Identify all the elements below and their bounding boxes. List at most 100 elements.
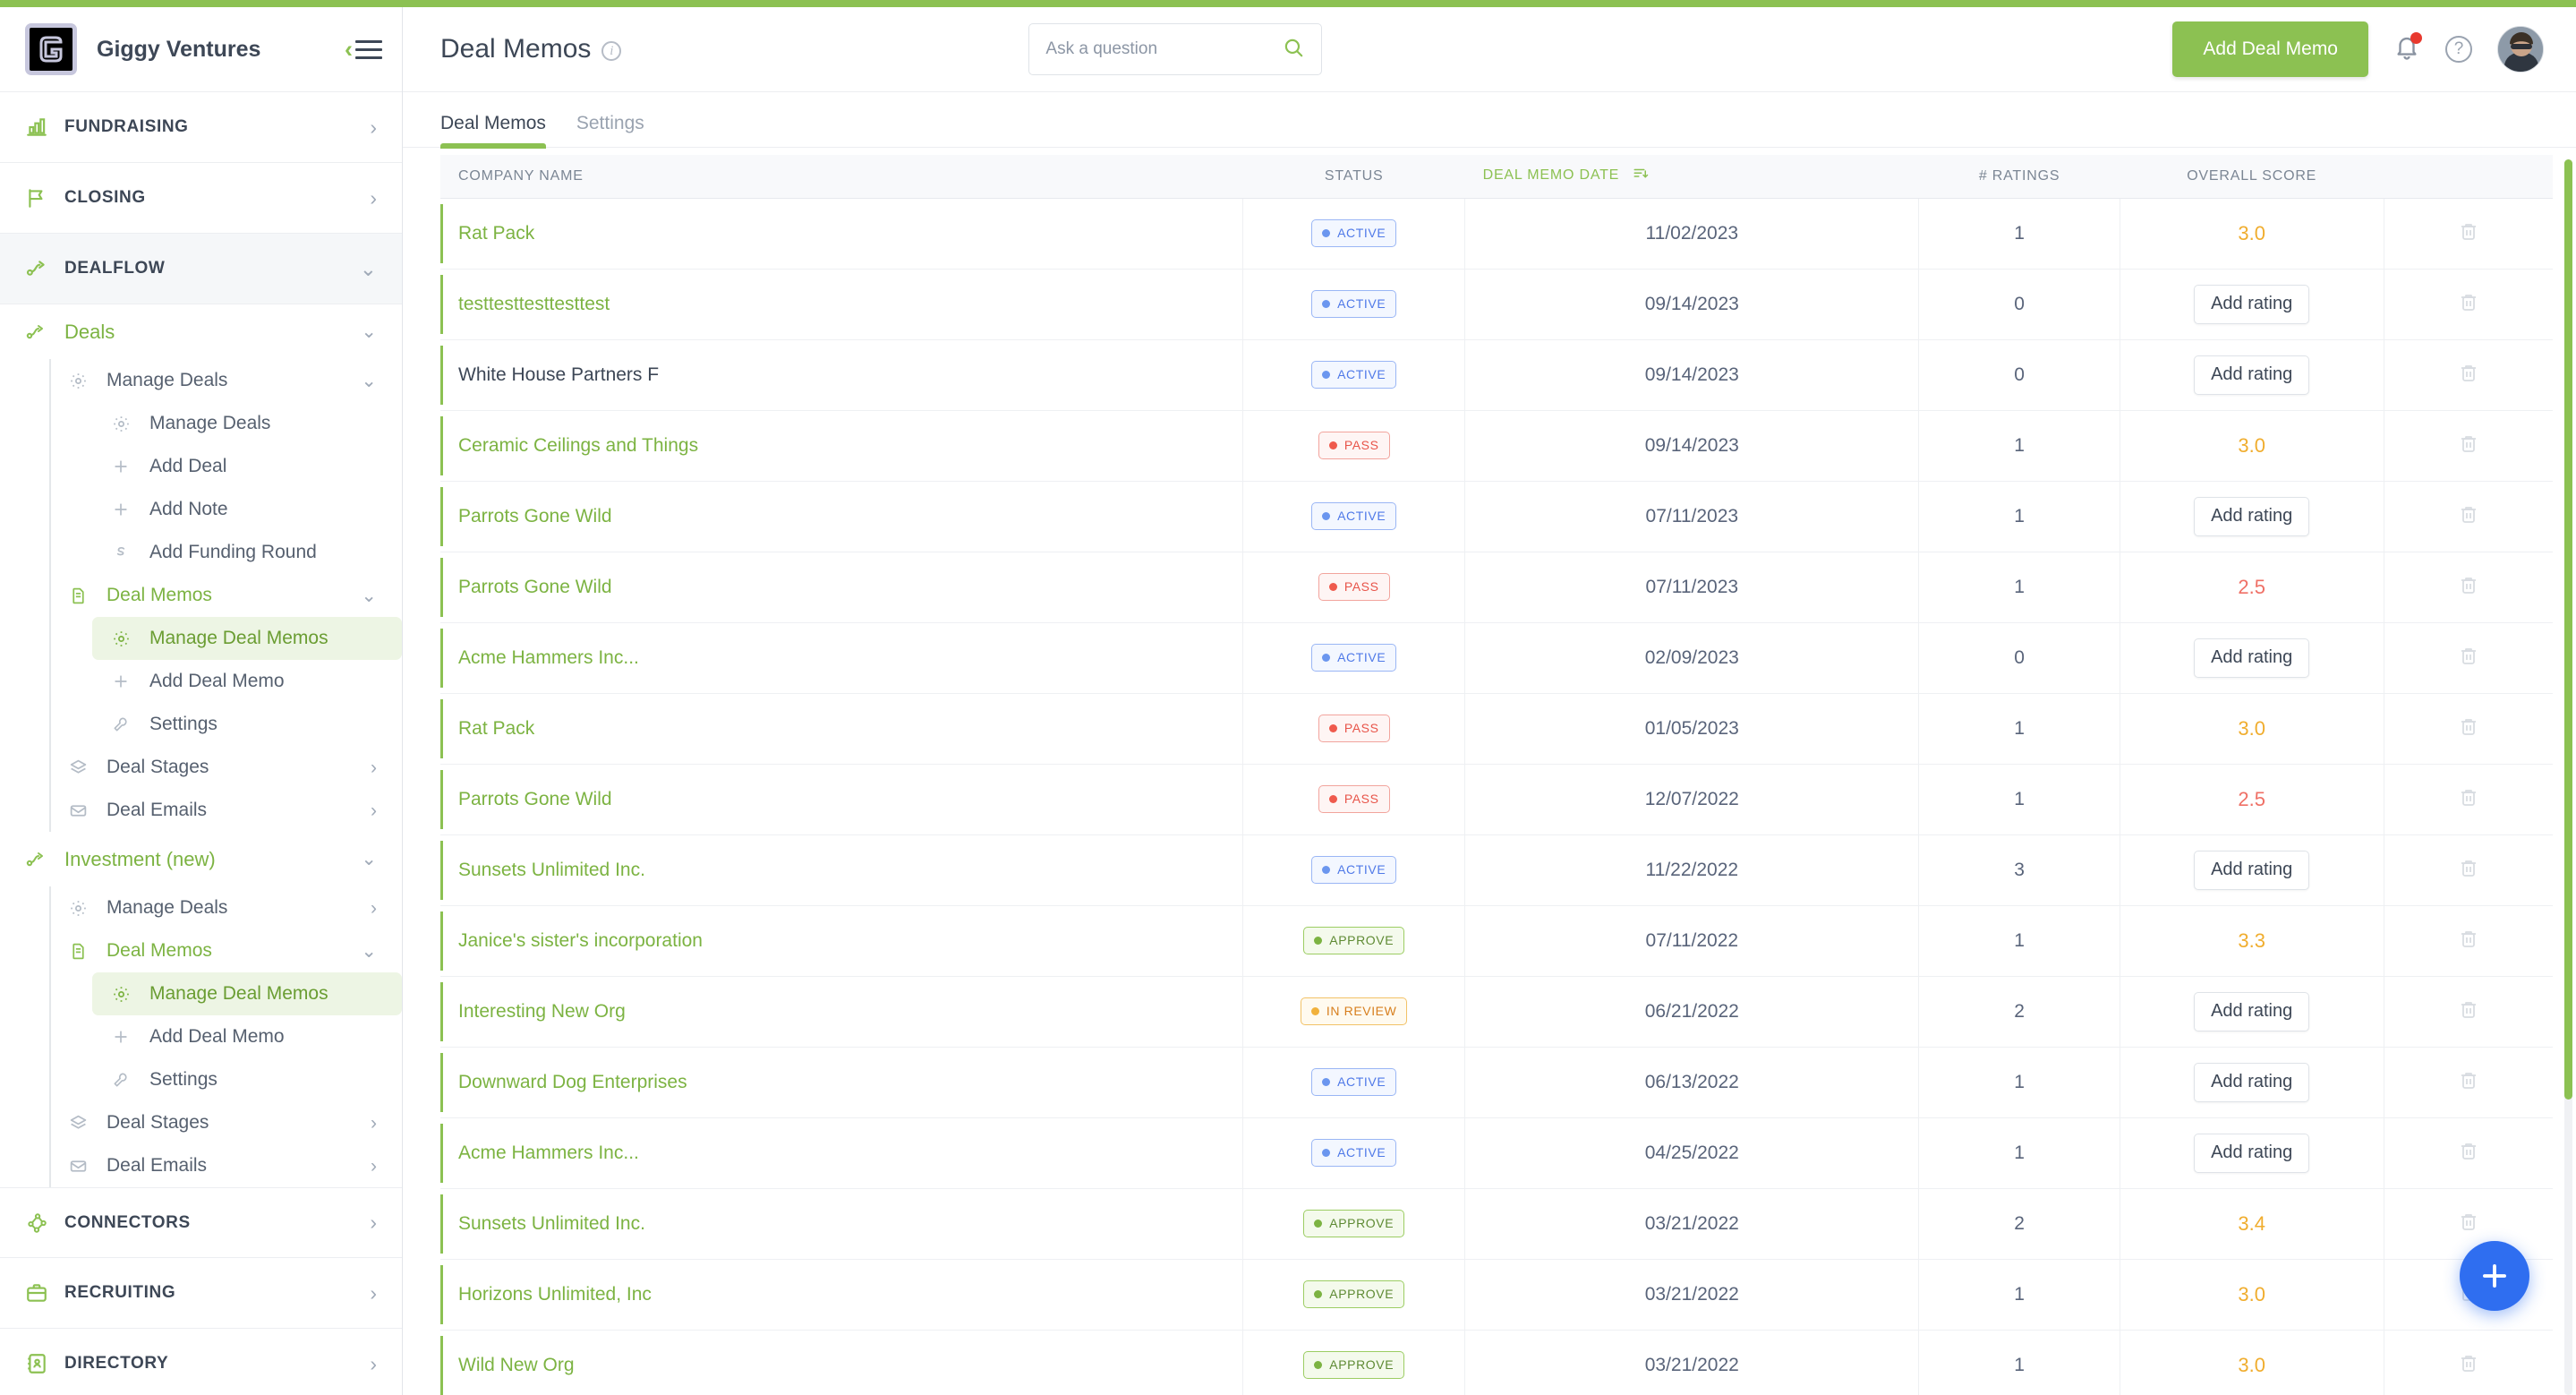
sidebar-item-manage-deal-memos-investment[interactable]: Manage Deal Memos — [92, 972, 402, 1015]
info-icon[interactable]: i — [601, 41, 622, 61]
table-row[interactable]: Sunsets Unlimited Inc. ACTIVE 11/22/2022 3 A… — [440, 834, 2553, 905]
trash-icon[interactable] — [2458, 930, 2479, 954]
table-row[interactable]: Rat Pack PASS 01/05/2023 1 3.0 — [440, 693, 2553, 764]
add-rating-button[interactable]: Add rating — [2194, 284, 2310, 324]
search-box[interactable] — [1028, 23, 1323, 75]
sidebar-item-manage-deals-investment[interactable]: Manage Deals › — [49, 886, 402, 929]
trash-icon[interactable] — [2458, 364, 2479, 388]
column-header-overall-score[interactable]: OVERALL SCORE — [2120, 155, 2384, 199]
add-deal-memo-button[interactable]: Add Deal Memo — [2172, 21, 2368, 77]
company-link[interactable]: Parrots Gone Wild — [458, 506, 612, 526]
avatar[interactable] — [2497, 26, 2544, 73]
search-input[interactable] — [1045, 39, 1283, 59]
scrollbar-thumb[interactable] — [2564, 159, 2572, 1100]
sidebar-item-add-deal-memo[interactable]: Add Deal Memo — [92, 660, 402, 703]
add-rating-button[interactable]: Add rating — [2194, 850, 2310, 890]
table-row[interactable]: Parrots Gone Wild PASS 12/07/2022 1 2.5 — [440, 764, 2553, 834]
company-link[interactable]: Sunsets Unlimited Inc. — [458, 860, 645, 880]
sidebar-collapse-toggle[interactable]: ‹ — [345, 37, 382, 62]
sidebar-item-deal-emails[interactable]: Deal Emails › — [49, 789, 402, 832]
sidebar-item-deal-emails-investment[interactable]: Deal Emails › — [49, 1144, 402, 1187]
sidebar-item-manage-deals-child[interactable]: Manage Deals — [92, 402, 402, 445]
table-row[interactable]: Horizons Unlimited, Inc APPROVE 03/21/2022… — [440, 1259, 2553, 1330]
trash-icon[interactable] — [2458, 577, 2479, 600]
sidebar-section-directory[interactable]: DIRECTORY › — [0, 1329, 402, 1395]
trash-icon[interactable] — [2458, 1213, 2479, 1237]
sidebar-group-investment-new[interactable]: Investment (new) ⌄ — [0, 832, 402, 886]
company-link[interactable]: Ceramic Ceilings and Things — [458, 435, 698, 456]
company-link[interactable]: Rat Pack — [458, 223, 534, 244]
column-header-deal-memo-date[interactable]: DEAL MEMO DATE — [1464, 155, 1919, 199]
add-rating-button[interactable]: Add rating — [2194, 496, 2310, 536]
column-header-company-name[interactable]: COMPANY NAME — [440, 155, 1243, 199]
company-link[interactable]: Parrots Gone Wild — [458, 577, 612, 597]
table-row[interactable]: testtesttesttesttest ACTIVE 09/14/2023 0 Add… — [440, 269, 2553, 339]
company-link[interactable]: Downward Dog Enterprises — [458, 1072, 687, 1092]
sidebar-item-deal-stages-investment[interactable]: Deal Stages › — [49, 1101, 402, 1144]
help-icon[interactable]: ? — [2445, 36, 2472, 63]
trash-icon[interactable] — [2458, 647, 2479, 671]
add-rating-button[interactable]: Add rating — [2194, 1062, 2310, 1102]
table-row[interactable]: Parrots Gone Wild PASS 07/11/2023 1 2.5 — [440, 552, 2553, 622]
table-row[interactable]: Ceramic Ceilings and Things PASS 09/14/202… — [440, 410, 2553, 481]
trash-icon[interactable] — [2458, 506, 2479, 529]
sidebar-item-deal-stages[interactable]: Deal Stages › — [49, 746, 402, 789]
trash-icon[interactable] — [2458, 435, 2479, 458]
trash-icon[interactable] — [2458, 718, 2479, 741]
company-link[interactable]: Parrots Gone Wild — [458, 789, 612, 809]
table-row[interactable]: Parrots Gone Wild ACTIVE 07/11/2023 1 Add ra… — [440, 481, 2553, 552]
table-row[interactable]: White House Partners F ACTIVE 09/14/2023 0 A… — [440, 339, 2553, 410]
table-row[interactable]: Janice's sister's incorporation APPROVE 07… — [440, 905, 2553, 976]
sidebar-item-manage-deals[interactable]: Manage Deals ⌄ — [49, 359, 402, 402]
sidebar-section-recruiting[interactable]: RECRUITING › — [0, 1258, 402, 1329]
sidebar-section-closing[interactable]: CLOSING › — [0, 163, 402, 234]
column-header-status[interactable]: STATUS — [1242, 155, 1465, 199]
trash-icon[interactable] — [2458, 223, 2479, 246]
sidebar-section-dealflow[interactable]: DEALFLOW ⌄ — [0, 234, 402, 304]
add-rating-button[interactable]: Add rating — [2194, 991, 2310, 1031]
table-row[interactable]: Acme Hammers Inc... ACTIVE 04/25/2022 1 Add … — [440, 1117, 2553, 1188]
trash-icon[interactable] — [2458, 1355, 2479, 1378]
sidebar-section-connectors[interactable]: CONNECTORS › — [0, 1187, 402, 1258]
trash-icon[interactable] — [2458, 789, 2479, 812]
company-link[interactable]: Horizons Unlimited, Inc — [458, 1284, 652, 1305]
company-link[interactable]: testtesttesttesttest — [458, 294, 610, 314]
company-link[interactable]: Wild New Org — [458, 1355, 575, 1375]
trash-icon[interactable] — [2458, 1143, 2479, 1166]
sidebar-item-deal-memos-investment[interactable]: Deal Memos ⌄ — [49, 929, 402, 972]
sidebar-item-add-note[interactable]: Add Note — [92, 488, 402, 531]
sidebar-item-settings[interactable]: Settings — [92, 703, 402, 746]
table-row[interactable]: Acme Hammers Inc... ACTIVE 02/09/2023 0 Add … — [440, 622, 2553, 693]
table-row[interactable]: Downward Dog Enterprises ACTIVE 06/13/2022… — [440, 1047, 2553, 1117]
sidebar-item-add-deal[interactable]: Add Deal — [92, 445, 402, 488]
company-link[interactable]: Interesting New Org — [458, 1001, 626, 1022]
sidebar-item-settings-investment[interactable]: Settings — [92, 1058, 402, 1101]
column-header-num-ratings[interactable]: # RATINGS — [1918, 155, 2120, 199]
company-link[interactable]: Rat Pack — [458, 718, 534, 739]
trash-icon[interactable] — [2458, 860, 2479, 883]
table-row[interactable]: Interesting New Org IN REVIEW 06/21/2022 2 A… — [440, 976, 2553, 1047]
tab-deal-memos[interactable]: Deal Memos — [440, 113, 546, 149]
floating-add-button[interactable] — [2460, 1241, 2529, 1311]
bell-icon[interactable] — [2393, 31, 2422, 65]
sidebar-item-manage-deal-memos[interactable]: Manage Deal Memos — [92, 617, 402, 660]
company-link[interactable]: Acme Hammers Inc... — [458, 647, 639, 668]
sidebar-item-add-funding-round[interactable]: Add Funding Round — [92, 531, 402, 574]
sidebar-group-deals[interactable]: Deals ⌄ — [0, 304, 402, 359]
search-icon[interactable] — [1282, 36, 1305, 64]
company-link[interactable]: Janice's sister's incorporation — [458, 930, 703, 951]
company-link[interactable]: Acme Hammers Inc... — [458, 1143, 639, 1163]
add-rating-button[interactable]: Add rating — [2194, 638, 2310, 678]
add-rating-button[interactable]: Add rating — [2194, 355, 2310, 395]
table-row[interactable]: Rat Pack ACTIVE 11/02/2023 1 3.0 — [440, 198, 2553, 269]
tab-settings[interactable]: Settings — [576, 113, 644, 147]
add-rating-button[interactable]: Add rating — [2194, 1133, 2310, 1173]
sidebar-item-deal-memos[interactable]: Deal Memos ⌄ — [49, 574, 402, 617]
company-link[interactable]: Sunsets Unlimited Inc. — [458, 1213, 645, 1234]
sidebar-section-fundraising[interactable]: FUNDRAISING › — [0, 92, 402, 163]
sidebar-item-add-deal-memo-investment[interactable]: Add Deal Memo — [92, 1015, 402, 1058]
table-row[interactable]: Wild New Org APPROVE 03/21/2022 1 3.0 — [440, 1330, 2553, 1395]
trash-icon[interactable] — [2458, 294, 2479, 317]
trash-icon[interactable] — [2458, 1072, 2479, 1095]
table-row[interactable]: Sunsets Unlimited Inc. APPROVE 03/21/2022 2… — [440, 1188, 2553, 1259]
